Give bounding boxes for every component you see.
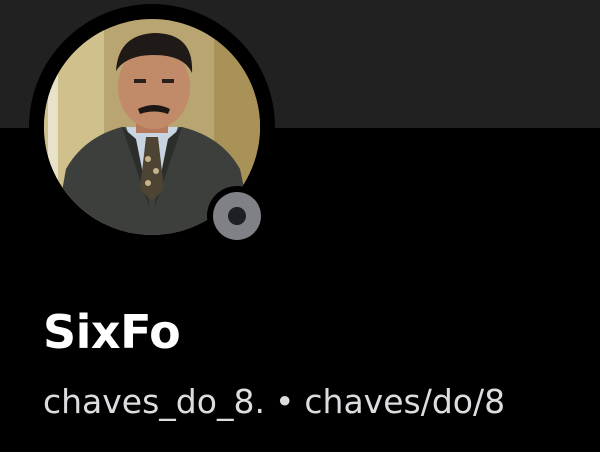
status-indicator [207,186,267,246]
username-line: chaves_do_8. • chaves/do/8 [43,378,505,426]
username[interactable]: chaves_do_8. [43,382,265,421]
status-inner-dot [228,207,246,225]
separator-dot: • [274,382,295,421]
pronouns: chaves/do/8 [304,382,506,421]
offline-status-icon [213,192,261,240]
display-name: SixFo [43,305,181,359]
